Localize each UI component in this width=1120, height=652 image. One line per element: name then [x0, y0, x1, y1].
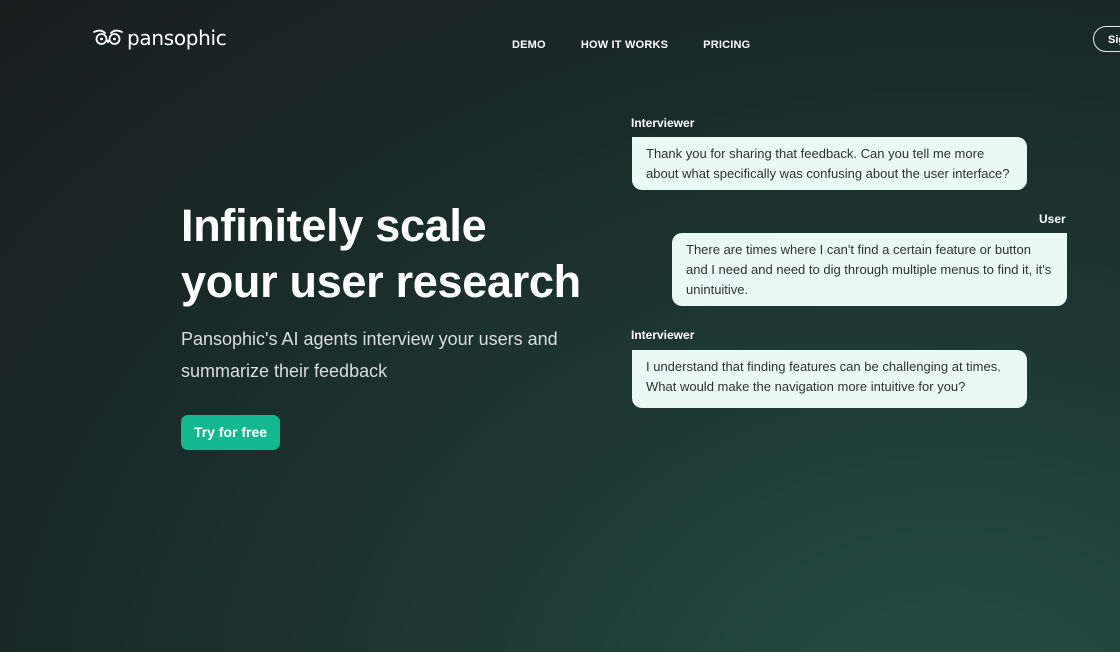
owl-icon	[93, 29, 123, 45]
hero-title-line-1: Infinitely scale	[181, 200, 487, 251]
try-for-free-button[interactable]: Try for free	[181, 415, 280, 450]
hero-subtitle: Pansophic's AI agents interview your use…	[181, 329, 558, 381]
nav-how-it-works[interactable]: HOW IT WORKS	[581, 38, 668, 52]
nav-demo[interactable]: DEMO	[512, 38, 546, 52]
chat-role-label: User	[1039, 212, 1066, 226]
signin-button[interactable]: Sign in	[1093, 26, 1120, 52]
brand-logo[interactable]: pansophic	[93, 26, 227, 50]
main-nav: DEMO HOW IT WORKS PRICING	[512, 38, 750, 52]
chat-role-label: Interviewer	[631, 116, 695, 130]
chat-bubble-interviewer: Thank you for sharing that feedback. Can…	[632, 137, 1027, 190]
chat-role-label: Interviewer	[631, 328, 695, 342]
chat-bubble-user: There are times where I can't find a cer…	[672, 233, 1067, 306]
nav-pricing[interactable]: PRICING	[703, 38, 750, 52]
hero-title: Infinitely scale your user research	[181, 198, 601, 310]
chat-bubble-interviewer: I understand that finding features can b…	[632, 350, 1027, 408]
brand-name: pansophic	[127, 26, 227, 50]
hero-title-line-2: your user research	[181, 256, 581, 307]
